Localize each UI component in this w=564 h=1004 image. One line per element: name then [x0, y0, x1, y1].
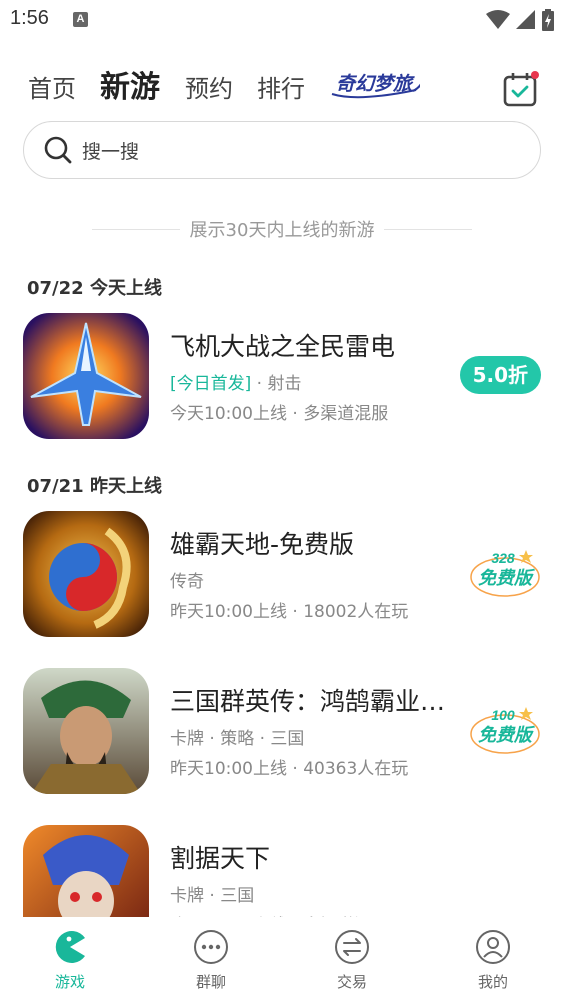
nav-chat[interactable]: 群聊	[166, 929, 256, 992]
nav-label: 游戏	[54, 973, 85, 991]
tab-home[interactable]: 首页	[28, 69, 76, 104]
game-meta: 昨天10:00上线 · 18002人在玩	[170, 602, 409, 622]
game-title: 割据天下	[170, 844, 271, 873]
chat-dots-icon	[194, 930, 228, 964]
brand-logo[interactable]: 奇幻梦旅人	[328, 68, 420, 102]
top-nav: 首页 新游 预约 排行 奇幻梦旅人	[0, 62, 564, 112]
nav-label: 交易	[336, 973, 367, 991]
game-item[interactable]: 雄霸天地-免费版 传奇 昨天10:00上线 · 18002人在玩 328 免费版	[23, 511, 541, 637]
game-icon-golden-dragon	[23, 511, 149, 637]
exchange-icon	[335, 930, 369, 964]
nav-label: 我的	[477, 973, 508, 991]
nav-label: 群聊	[195, 973, 226, 991]
game-title: 三国群英传：鸿鹄霸业-...	[170, 687, 452, 716]
tab-new-games[interactable]: 新游	[100, 62, 160, 106]
divider-line-left	[91, 228, 180, 230]
first-launch-tag: [今日首发]	[170, 374, 252, 394]
free-badge-label: 免费版	[478, 725, 536, 746]
free-badge-label: 免费版	[478, 568, 536, 589]
status-time: 1:56	[10, 7, 49, 29]
game-meta: 昨天10:00上线 · 40363人在玩	[170, 759, 409, 779]
status-bar: 1:56 A	[0, 0, 564, 40]
pacman-icon	[55, 931, 85, 963]
game-tags: 卡牌 · 三国	[170, 886, 255, 906]
free-badge-number: 100	[491, 707, 515, 723]
game-item[interactable]: 飞机大战之全民雷电 [今日首发] · 射击 今天10:00上线 · 多渠道混服 …	[23, 313, 541, 439]
free-version-badge[interactable]: 100 免费版	[469, 702, 541, 756]
search-placeholder: 搜一搜	[82, 140, 140, 163]
game-meta: 今天10:00上线 · 多渠道混服	[170, 404, 389, 424]
tab-reserve[interactable]: 预约	[185, 69, 233, 104]
status-icons	[486, 9, 554, 31]
search-bar[interactable]: 搜一搜	[23, 121, 541, 179]
info-note: 展示30天内上线的新游	[0, 215, 564, 243]
battery-icon	[542, 9, 554, 31]
signal-icon	[516, 10, 535, 29]
game-tags: 卡牌 · 策略 · 三国	[170, 729, 305, 749]
brand-logo-text: 奇幻梦旅人	[336, 73, 420, 95]
tab-ranking[interactable]: 排行	[257, 69, 305, 104]
user-icon	[476, 930, 510, 964]
calendar-check-icon[interactable]	[502, 70, 540, 108]
game-tags: 传奇	[170, 572, 204, 592]
search-icon	[44, 136, 72, 164]
game-title: 雄霸天地-免费版	[170, 530, 355, 559]
nav-profile[interactable]: 我的	[448, 929, 538, 992]
discount-badge[interactable]: 5.0折	[459, 356, 541, 394]
game-genre: · 射击	[251, 374, 302, 394]
game-tags: [今日首发] · 射击	[170, 369, 301, 394]
info-text: 展示30天内上线的新游	[189, 220, 375, 241]
game-item[interactable]: 三国群英传：鸿鹄霸业-... 卡牌 · 策略 · 三国 昨天10:00上线 · …	[23, 668, 541, 794]
section-date: 07/22 今天上线	[27, 278, 162, 299]
free-version-badge[interactable]: 328 免费版	[469, 545, 541, 599]
game-icon-three-kingdoms	[23, 668, 149, 794]
game-icon-fighter-jet	[23, 313, 149, 439]
nav-trade[interactable]: 交易	[307, 929, 397, 992]
a-icon: A	[73, 12, 88, 27]
free-badge-number: 328	[491, 550, 515, 566]
game-title: 飞机大战之全民雷电	[170, 332, 396, 361]
nav-games[interactable]: 游戏	[25, 929, 115, 992]
bottom-nav: 游戏 群聊 交易 我的	[0, 917, 564, 1004]
wifi-icon	[486, 10, 510, 29]
divider-line-right	[384, 228, 473, 230]
section-date: 07/21 昨天上线	[27, 476, 162, 497]
